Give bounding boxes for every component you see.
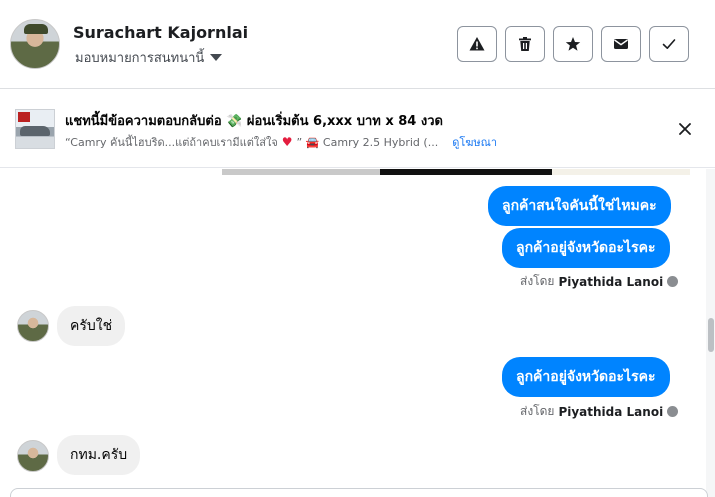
report-spam-button[interactable] [457, 26, 497, 62]
mark-done-button[interactable] [649, 26, 689, 62]
check-icon [662, 39, 676, 49]
caret-down-icon [210, 54, 223, 61]
star-icon [565, 37, 581, 51]
sent-by-label: ส่งโดย Piyathida Lanoi [520, 272, 679, 291]
ad-subtitle-end: ” 🚘 Camry 2.5 Hybrid (... [296, 135, 439, 149]
assign-conversation-label: มอบหมายการสนทนานี้ [75, 51, 205, 66]
heart-icon: ♥ [281, 135, 293, 149]
sent-by-prefix: ส่งโดย [520, 274, 555, 288]
close-icon [679, 123, 691, 135]
outgoing-message[interactable]: ลูกค้าสนใจคันนี้ใช่ไหมคะ [488, 186, 671, 226]
view-ad-link[interactable]: ดูโฆษณา [452, 133, 497, 151]
sender-name: Piyathida Lanoi [558, 404, 664, 419]
outgoing-message[interactable]: ลูกค้าอยู่จังหวัดอะไรคะ [502, 228, 670, 268]
incoming-message[interactable]: กทม.ครับ [57, 435, 141, 475]
sent-by-prefix: ส่งโดย [520, 404, 555, 418]
shared-image[interactable] [552, 169, 690, 175]
contact-avatar[interactable] [10, 19, 60, 69]
shared-image-strip[interactable] [222, 169, 690, 175]
mail-icon [614, 39, 628, 49]
contact-name[interactable]: Surachart Kajornlai [73, 23, 248, 42]
trash-icon [519, 37, 531, 51]
message-thread: ลูกค้าสนใจคันนี้ใช่ไหมคะ ลูกค้าอยู่จังหว… [0, 169, 706, 497]
shared-image[interactable] [380, 169, 552, 175]
star-button[interactable] [553, 26, 593, 62]
sender-name: Piyathida Lanoi [558, 274, 664, 289]
ad-context-banner: แชทนี้มีข้อความตอบกลับต่อ 💸 ผ่อนเริ่มต้น… [0, 89, 715, 168]
ad-title: แชทนี้มีข้อความตอบกลับต่อ 💸 ผ่อนเริ่มต้น… [65, 114, 443, 129]
chat-window: Surachart Kajornlai มอบหมายการสนทนานี้ แ… [0, 0, 715, 497]
conversation-header: Surachart Kajornlai มอบหมายการสนทนานี้ [0, 0, 715, 89]
close-ad-button[interactable] [675, 119, 695, 139]
delete-button[interactable] [505, 26, 545, 62]
mark-unread-button[interactable] [601, 26, 641, 62]
ad-subtitle: “Camry คันนี้ไฮบริด...แต่ถ้าคบเรามีแต่ใส… [65, 133, 497, 151]
contact-avatar-small[interactable] [17, 440, 49, 472]
ad-thumbnail[interactable] [15, 109, 55, 149]
sent-by-label: ส่งโดย Piyathida Lanoi [520, 402, 679, 421]
incoming-message[interactable]: ครับใช่ [57, 306, 126, 346]
warning-icon [469, 37, 485, 51]
message-composer[interactable] [10, 488, 708, 497]
ad-subtitle-start: “Camry คันนี้ไฮบริด...แต่ถ้าคบเรามีแต่ใส… [65, 136, 278, 149]
seen-status-icon [667, 406, 679, 417]
seen-status-icon [667, 276, 679, 287]
shared-image[interactable] [222, 169, 380, 175]
outgoing-message[interactable]: ลูกค้าอยู่จังหวัดอะไรคะ [502, 357, 670, 397]
assign-conversation-dropdown[interactable]: มอบหมายการสนทนานี้ [75, 47, 223, 68]
contact-avatar-small[interactable] [17, 310, 49, 342]
scrollbar-thumb[interactable] [708, 318, 714, 352]
